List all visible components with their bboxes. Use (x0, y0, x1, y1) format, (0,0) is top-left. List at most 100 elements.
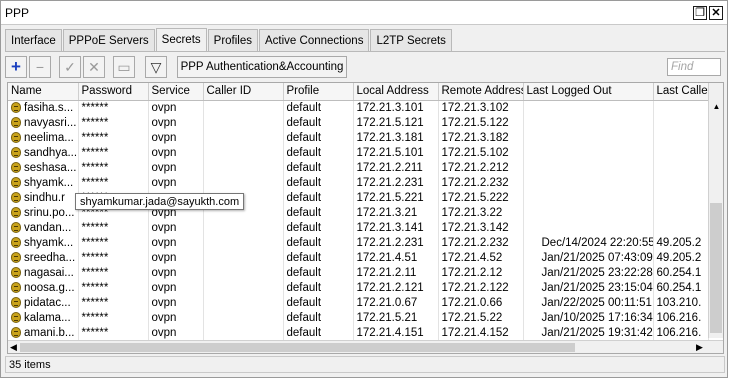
cell-name: vandan... (8, 220, 79, 236)
cell-last-logged-out (523, 100, 654, 116)
cell-last-caller: 49.205.2 (653, 250, 709, 266)
tab-active-connections[interactable]: Active Connections (259, 29, 370, 51)
cell-name: sandhya... (8, 145, 79, 161)
cell-name: noosa.g... (8, 280, 79, 296)
secret-lock-icon (11, 236, 21, 248)
x-icon: ✕ (88, 58, 100, 75)
tab-profiles[interactable]: Profiles (207, 29, 259, 51)
cell-service: ovpn (148, 250, 204, 266)
cell-service: ovpn (148, 130, 204, 146)
cell-profile: default (283, 145, 354, 161)
cell-password: ****** (78, 130, 149, 146)
cell-profile: default (283, 310, 354, 326)
table-row[interactable]: sreedha... ****** ovpn default 172.21.4.51 17… (8, 250, 709, 266)
cell-remote-address: 172.21.4.152 (438, 325, 524, 341)
vertical-scrollbar[interactable]: ▲ (708, 83, 723, 338)
secret-lock-icon (11, 176, 21, 188)
col-password[interactable]: Password (78, 83, 149, 101)
col-local-address[interactable]: Local Address (353, 83, 439, 101)
cell-service: ovpn (148, 235, 204, 251)
table-row[interactable]: seshasa... ****** ovpn default 172.21.2.211 1… (8, 160, 709, 176)
restore-button[interactable]: ❐ (693, 6, 707, 20)
restore-icon: ❐ (695, 6, 705, 19)
cell-last-logged-out (523, 130, 654, 146)
cell-remote-address: 172.21.3.142 (438, 220, 524, 236)
close-button[interactable]: ✕ (709, 6, 723, 20)
col-remote-address[interactable]: Remote Address (438, 83, 524, 101)
cell-profile: default (283, 115, 354, 131)
cell-password: ****** (78, 100, 149, 116)
tab-bar: Interface PPPoE Servers Secrets Profiles… (5, 28, 453, 51)
scroll-up-icon[interactable]: ▲ (709, 100, 723, 112)
scroll-right-icon[interactable]: ▶ (696, 342, 703, 353)
cell-last-caller (653, 145, 709, 161)
cell-local-address: 172.21.5.101 (353, 145, 439, 161)
table-row[interactable]: fasiha.s... ****** ovpn default 172.21.3.101… (8, 100, 709, 116)
table-row[interactable]: amani.b... ****** ovpn default 172.21.4.151 1… (8, 325, 709, 341)
secret-lock-icon (11, 146, 21, 158)
cell-local-address: 172.21.5.221 (353, 190, 439, 206)
table-row[interactable]: noosa.g... ****** ovpn default 172.21.2.121 1… (8, 280, 709, 296)
title-bar[interactable]: PPP ❐ ✕ (1, 1, 727, 25)
cell-name: kalama... (8, 310, 79, 326)
tab-pppoe-servers[interactable]: PPPoE Servers (62, 29, 155, 51)
toolbar: + − ✓ ✕ ▭ ▽ PPP Authentication&Accountin… (5, 56, 725, 78)
cell-last-logged-out: Jan/21/2025 23:15:04 (523, 280, 654, 296)
cell-last-caller (653, 100, 709, 116)
table-row[interactable]: pidatac... ****** ovpn default 172.21.0.67 17… (8, 295, 709, 311)
vertical-scroll-thumb[interactable] (710, 203, 722, 333)
horizontal-scroll-thumb[interactable] (20, 343, 575, 352)
cell-last-logged-out (523, 205, 654, 221)
cell-caller-id (203, 280, 284, 296)
tab-l2tp-secrets[interactable]: L2TP Secrets (370, 29, 452, 51)
cell-name: pidatac... (8, 295, 79, 311)
table-row[interactable]: kalama... ****** ovpn default 172.21.5.21 172… (8, 310, 709, 326)
table-row[interactable]: navyasri... ****** ovpn default 172.21.5.121… (8, 115, 709, 131)
cell-local-address: 172.21.3.181 (353, 130, 439, 146)
col-caller-id[interactable]: Caller ID (203, 83, 284, 101)
cell-local-address: 172.21.2.231 (353, 235, 439, 251)
secret-name: navyasri... (24, 116, 77, 129)
secret-name: sindhu.r (24, 191, 65, 204)
cell-password: ****** (78, 250, 149, 266)
filter-button[interactable]: ▽ (145, 56, 167, 78)
col-service[interactable]: Service (148, 83, 204, 101)
cell-service: ovpn (148, 115, 204, 131)
table-row[interactable]: neelima... ****** ovpn default 172.21.3.181 1… (8, 130, 709, 146)
tab-interface[interactable]: Interface (5, 29, 62, 51)
cell-service: ovpn (148, 220, 204, 236)
remove-button[interactable]: − (29, 56, 51, 78)
table-row[interactable]: shyamk... ****** ovpn default 172.21.2.231 17… (8, 175, 709, 191)
table-row[interactable]: sandhya... ****** ovpn default 172.21.5.101 1… (8, 145, 709, 161)
table-row[interactable]: vandan... ****** ovpn default 172.21.3.141 17… (8, 220, 709, 236)
ppp-auth-accounting-button[interactable]: PPP Authentication&Accounting (177, 56, 347, 78)
table-row[interactable]: nagasai... ****** ovpn default 172.21.2.11 17… (8, 265, 709, 281)
cell-last-caller (653, 115, 709, 131)
cell-caller-id (203, 100, 284, 116)
cell-service: ovpn (148, 295, 204, 311)
item-count: 35 items (9, 358, 51, 371)
cell-profile: default (283, 220, 354, 236)
cell-name: sindhu.r (8, 190, 79, 206)
cell-last-caller: 103.210. (653, 295, 709, 311)
find-input[interactable] (667, 58, 721, 76)
col-last-caller[interactable]: Last Calle (653, 83, 709, 101)
scroll-left-icon[interactable]: ◀ (10, 342, 17, 353)
tab-secrets[interactable]: Secrets (155, 28, 207, 51)
cell-profile: default (283, 295, 354, 311)
cell-last-caller (653, 190, 709, 206)
cell-remote-address: 172.21.5.222 (438, 190, 524, 206)
comment-button[interactable]: ▭ (113, 56, 135, 78)
table-row[interactable]: shyamk... ****** ovpn default 172.21.2.231 17… (8, 235, 709, 251)
cell-password: ****** (78, 295, 149, 311)
horizontal-scrollbar[interactable]: ◀ ▶ (8, 340, 723, 353)
col-last-logged-out[interactable]: Last Logged Out (523, 83, 654, 101)
col-profile[interactable]: Profile (283, 83, 354, 101)
secret-name: srinu.po... (24, 206, 75, 219)
cell-last-logged-out: Jan/22/2025 00:11:51 (523, 295, 654, 311)
cell-profile: default (283, 280, 354, 296)
add-button[interactable]: + (5, 56, 27, 78)
col-name[interactable]: Name (8, 83, 79, 101)
enable-button[interactable]: ✓ (59, 56, 81, 78)
disable-button[interactable]: ✕ (83, 56, 105, 78)
